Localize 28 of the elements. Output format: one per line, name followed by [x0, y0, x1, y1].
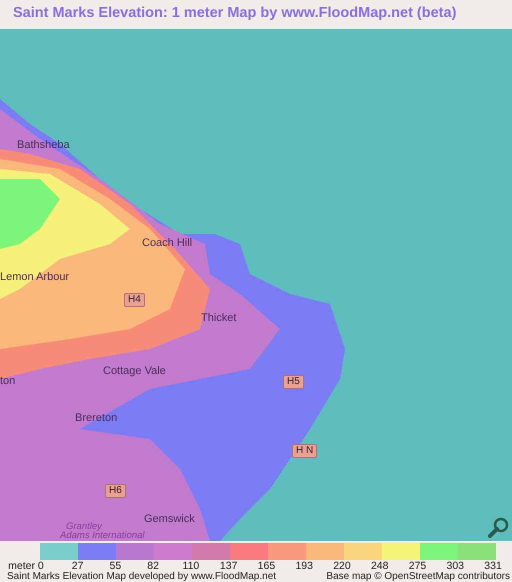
legend-tick-label: 248 [370, 560, 390, 572]
legend-tick-label: 82 [147, 560, 159, 572]
place-label: Grantley [66, 522, 102, 532]
place-label: Cottage Vale [103, 365, 166, 377]
legend-tick-label: 137 [220, 560, 238, 572]
place-label: Adams International [60, 531, 144, 541]
base-map-credit: Base map © OpenStreetMap contributors [326, 572, 510, 582]
road-label: H4 [124, 293, 145, 307]
footer-credit: Saint Marks Elevation Map developed by www.FloodMap.net [7, 572, 276, 582]
place-label: ton [0, 375, 16, 387]
legend-tick-label: 193 [294, 560, 314, 572]
legend-tick-label: 27 [72, 560, 84, 572]
legend-tick-label: 165 [258, 560, 276, 572]
page-title: Saint Marks Elevation: 1 meter Map by www.FloodMap.net (beta) [13, 5, 458, 21]
road-label: H6 [105, 484, 126, 498]
legend-tick-label: 55 [108, 560, 122, 572]
legend-tick-label: 331 [484, 560, 502, 572]
legend-tick-label: meter 0 [8, 560, 44, 572]
legend-tick-label: 275 [408, 560, 428, 572]
place-label: Lemon Arbour [0, 271, 70, 283]
place-label: Gemswick [144, 513, 195, 525]
legend-tick-label: 303 [446, 560, 464, 572]
place-label: Coach Hill [142, 237, 192, 249]
road-label: H N [292, 444, 318, 458]
magnifier-icon [488, 516, 510, 538]
legend-tick-label: 220 [332, 560, 352, 572]
legend-tick-label: 110 [182, 560, 200, 572]
road-label: H5 [283, 375, 304, 389]
